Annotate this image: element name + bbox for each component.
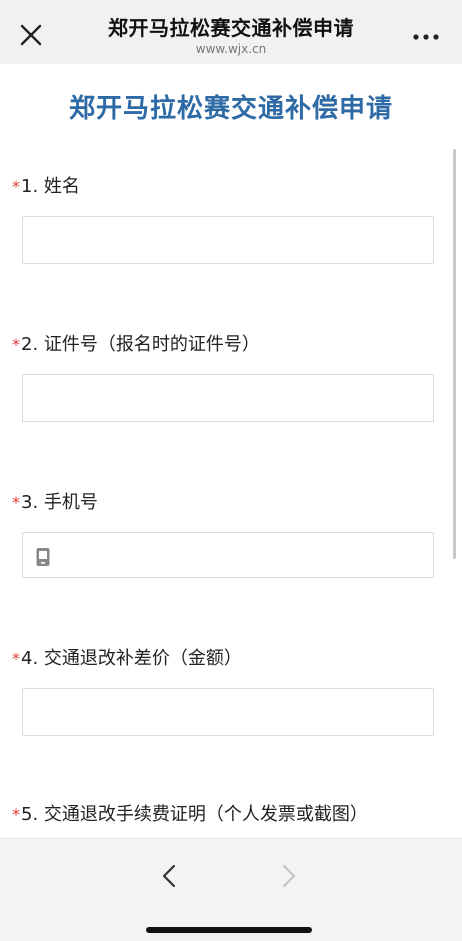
fare-difference-input[interactable] bbox=[22, 688, 434, 736]
question-3-label: *3. 手机号 bbox=[12, 492, 98, 513]
form-content[interactable]: 郑开马拉松赛交通补偿申请 *1. 姓名 *2. 证件号（报名时的证件号） *3.… bbox=[0, 64, 462, 838]
home-indicator[interactable] bbox=[146, 927, 312, 933]
chevron-left-icon bbox=[162, 864, 176, 888]
name-input[interactable] bbox=[22, 216, 434, 264]
required-mark: * bbox=[12, 649, 20, 668]
more-icon bbox=[413, 34, 439, 40]
required-mark: * bbox=[12, 335, 20, 354]
question-1-label: *1. 姓名 bbox=[12, 176, 80, 197]
more-button[interactable] bbox=[410, 22, 442, 48]
browser-bottom-bar bbox=[0, 838, 462, 941]
required-mark: * bbox=[12, 493, 20, 512]
required-mark: * bbox=[12, 805, 20, 824]
phone-icon bbox=[36, 548, 50, 566]
browser-page-title: 郑开马拉松赛交通补偿申请 bbox=[108, 16, 354, 40]
scrollbar[interactable] bbox=[453, 149, 456, 559]
forward-button[interactable] bbox=[274, 859, 302, 893]
phone-input[interactable] bbox=[22, 532, 434, 578]
question-4-label: *4. 交通退改补差价（金额） bbox=[12, 648, 242, 669]
back-button[interactable] bbox=[156, 859, 184, 893]
required-mark: * bbox=[12, 177, 20, 196]
question-5-label: *5. 交通退改手续费证明（个人发票或截图） bbox=[12, 804, 368, 825]
id-number-input[interactable] bbox=[22, 374, 434, 422]
browser-top-bar: 郑开马拉松赛交通补偿申请 www.wjx.cn bbox=[0, 0, 462, 64]
browser-url: www.wjx.cn bbox=[195, 42, 267, 56]
form-title: 郑开马拉松赛交通补偿申请 bbox=[68, 94, 393, 124]
chevron-right-icon bbox=[282, 864, 296, 888]
question-2-label: *2. 证件号（报名时的证件号） bbox=[12, 334, 260, 355]
